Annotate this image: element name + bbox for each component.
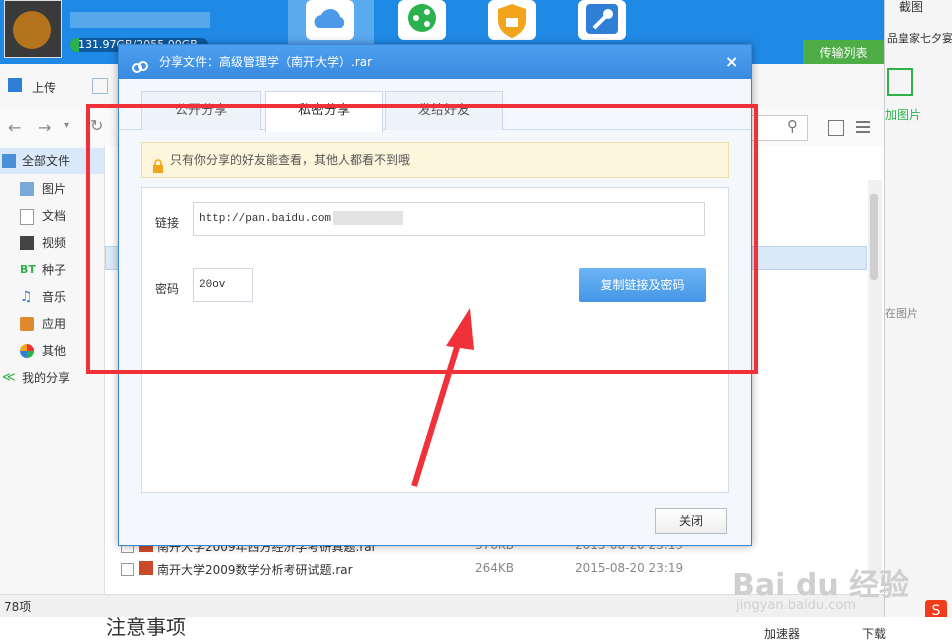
lock-nav-icon[interactable] <box>488 0 536 40</box>
item-count: 78项 <box>4 600 32 614</box>
sidebar-item-label: 全部文件 <box>22 154 71 168</box>
add-image-label[interactable]: 加图片 <box>885 106 921 123</box>
sidebar-item-label: 文档 <box>42 209 67 223</box>
upload-icon[interactable] <box>8 78 22 92</box>
sidebar-item-label: 应用 <box>42 317 67 331</box>
file-size: 264KB <box>475 561 515 575</box>
other-icon <box>20 344 34 358</box>
video-icon <box>20 236 34 250</box>
forward-icon[interactable]: → <box>38 118 51 137</box>
ad-text: 品皇家七夕宴 <box>887 32 952 45</box>
image-icon <box>20 182 34 196</box>
list-view-icon[interactable] <box>856 120 870 134</box>
history-dropdown-icon[interactable]: ▾ <box>64 120 69 131</box>
back-icon[interactable]: ← <box>8 118 21 137</box>
file-name[interactable]: 南开大学2009数学分析考研试题.rar <box>157 561 353 578</box>
bt-icon: BT <box>20 263 36 276</box>
dialog-close-icon[interactable]: × <box>725 45 738 79</box>
right-side-panel: 截图 品皇家七夕宴 加图片 在图片 S <box>884 0 952 644</box>
share-icon: ≪ <box>2 370 16 385</box>
search-icon[interactable]: ⚲ <box>787 117 798 135</box>
sidebar-item-label: 其他 <box>42 344 67 358</box>
dialog-title: 分享文件：高级管理学（南开大学）.rar <box>159 55 373 69</box>
sidebar-item-label: 种子 <box>42 263 67 277</box>
close-button[interactable]: 关闭 <box>655 508 727 534</box>
search-input[interactable]: ⚲ <box>750 115 808 141</box>
upload-button[interactable]: 上传 <box>32 79 56 96</box>
cloud-icon[interactable] <box>306 0 354 40</box>
row-checkbox[interactable] <box>121 563 134 576</box>
download-label[interactable]: 下载 <box>862 625 886 642</box>
download-icon[interactable] <box>92 78 108 94</box>
app-icon <box>20 317 34 331</box>
music-icon: ♫ <box>20 289 33 305</box>
vertical-scrollbar[interactable] <box>868 180 882 580</box>
scroll-thumb[interactable] <box>870 194 878 280</box>
share-nav-icon[interactable] <box>398 0 446 40</box>
dialog-title-bar: 分享文件：高级管理学（南开大学）.rar × <box>119 45 751 79</box>
username-blurred <box>70 12 210 28</box>
sidebar-item-label: 我的分享 <box>22 371 71 385</box>
transfer-list-button[interactable]: 传输列表 <box>803 40 884 66</box>
sidebar-item-label: 视频 <box>42 236 67 250</box>
bottom-strip: 注意事项 加速器 下载 <box>0 615 952 644</box>
accelerator-label[interactable]: 加速器 <box>764 625 800 642</box>
screenshot-label[interactable]: 截图 <box>899 0 923 15</box>
grid-view-icon[interactable] <box>828 120 844 136</box>
red-arrow-annotation <box>411 308 474 487</box>
baidu-cloud-icon <box>131 54 149 73</box>
wrench-nav-icon[interactable] <box>578 0 626 40</box>
avatar[interactable] <box>4 0 62 58</box>
sidebar-item-label: 图片 <box>42 182 67 196</box>
note-heading: 注意事项 <box>106 615 186 639</box>
watermark-url: jingyan.baidu.com <box>736 598 856 613</box>
image-label: 在图片 <box>885 307 918 320</box>
folder-icon <box>2 154 16 168</box>
rar-file-icon <box>139 561 153 575</box>
add-image-icon[interactable] <box>887 68 913 96</box>
file-date: 2015-08-20 23:19 <box>575 561 684 575</box>
sidebar-item-label: 音乐 <box>42 290 67 304</box>
document-icon <box>20 209 34 225</box>
